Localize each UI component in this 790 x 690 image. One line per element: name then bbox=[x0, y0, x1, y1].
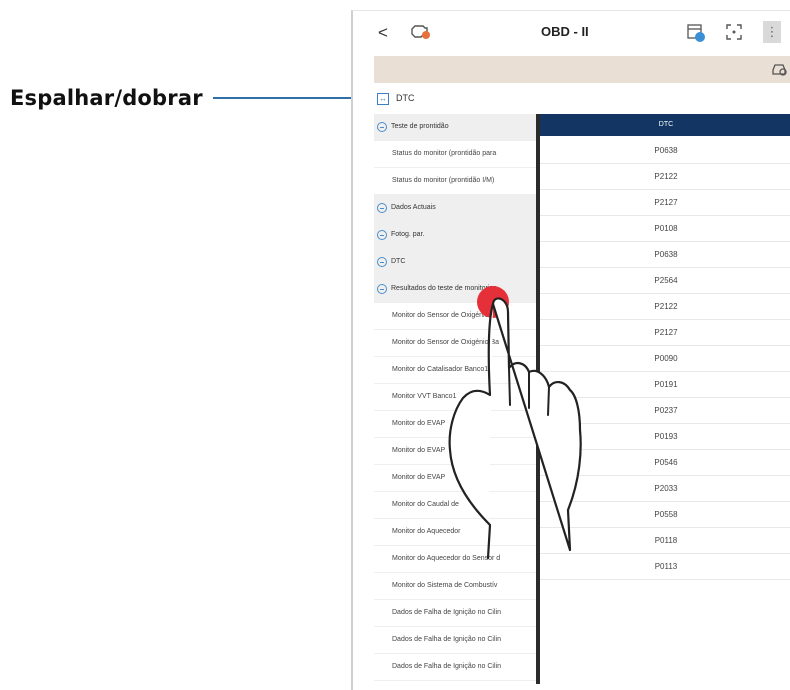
hand-gesture-icon bbox=[448, 286, 582, 560]
tree-row-label: Fotog. par. bbox=[391, 231, 425, 238]
tree-row-label: DTC bbox=[391, 258, 406, 265]
minus-circle-icon[interactable] bbox=[377, 230, 387, 240]
tree-child-row[interactable]: Monitor do Sistema de Combustív bbox=[374, 573, 536, 600]
tree-child-row[interactable]: Dados de Falha de Ignição no Cilin bbox=[374, 627, 536, 654]
minus-circle-icon[interactable] bbox=[377, 122, 387, 132]
page-title: OBD - II bbox=[541, 24, 589, 39]
engine-warning-icon[interactable] bbox=[409, 21, 431, 41]
dtc-table-header: DTC bbox=[540, 114, 790, 136]
tree-child-row[interactable]: Dados de Falha de Ignição no Cilin bbox=[374, 654, 536, 681]
dtc-code-cell[interactable]: P0108 bbox=[540, 216, 790, 242]
tree-row-label: Monitor do Sistema de Combustív bbox=[392, 582, 498, 589]
tree-row-label: Dados de Falha de Ignição no Cilin bbox=[392, 663, 501, 670]
back-button[interactable]: < bbox=[378, 23, 388, 43]
tree-group-row[interactable]: Dados Actuais bbox=[374, 195, 536, 222]
tree-row-label: Teste de prontidão bbox=[391, 123, 449, 130]
callout-line bbox=[213, 97, 355, 99]
callout-label: Espalhar/dobrar bbox=[10, 86, 203, 110]
screenshot-icon[interactable] bbox=[725, 23, 743, 41]
tree-row-label: Dados Actuais bbox=[391, 204, 436, 211]
top-bar: < OBD - II ⋮ bbox=[353, 11, 790, 55]
car-search-icon[interactable] bbox=[771, 61, 788, 77]
dtc-code-cell[interactable]: P2127 bbox=[540, 190, 790, 216]
tree-child-row[interactable]: Dados de Falha de Ignição no Cilin bbox=[374, 600, 536, 627]
minus-circle-icon[interactable] bbox=[377, 203, 387, 213]
dtc-code-cell[interactable]: P0638 bbox=[540, 242, 790, 268]
tree-row-label: Status do monitor (prontidão para bbox=[392, 150, 497, 157]
tree-row-label: Dados de Falha de Ignição no Cilin bbox=[392, 636, 501, 643]
toggle-label: DTC bbox=[396, 93, 415, 103]
dtc-code-cell[interactable]: P2122 bbox=[540, 164, 790, 190]
tree-row-label: Dados de Falha de Ignição no Cilin bbox=[392, 609, 501, 616]
info-bar bbox=[374, 56, 790, 83]
menu-button[interactable]: ⋮ bbox=[763, 21, 781, 43]
tree-row-label: Status do monitor (prontidão I/M) bbox=[392, 177, 495, 184]
expand-collapse-icon[interactable]: ↔ bbox=[377, 93, 389, 105]
dtc-code-cell[interactable]: P0638 bbox=[540, 138, 790, 164]
tree-child-row[interactable]: Status do monitor (prontidão I/M) bbox=[374, 168, 536, 195]
expand-collapse-toggle[interactable]: ↔ DTC bbox=[374, 89, 790, 111]
calendar-icon[interactable] bbox=[686, 21, 706, 43]
tree-group-row[interactable]: Teste de prontidão bbox=[374, 114, 536, 141]
tree-group-row[interactable]: Fotog. par. bbox=[374, 222, 536, 249]
minus-circle-icon[interactable] bbox=[377, 284, 387, 294]
tree-child-row[interactable]: Status do monitor (prontidão para bbox=[374, 141, 536, 168]
tree-group-row[interactable]: DTC bbox=[374, 249, 536, 276]
minus-circle-icon[interactable] bbox=[377, 257, 387, 267]
